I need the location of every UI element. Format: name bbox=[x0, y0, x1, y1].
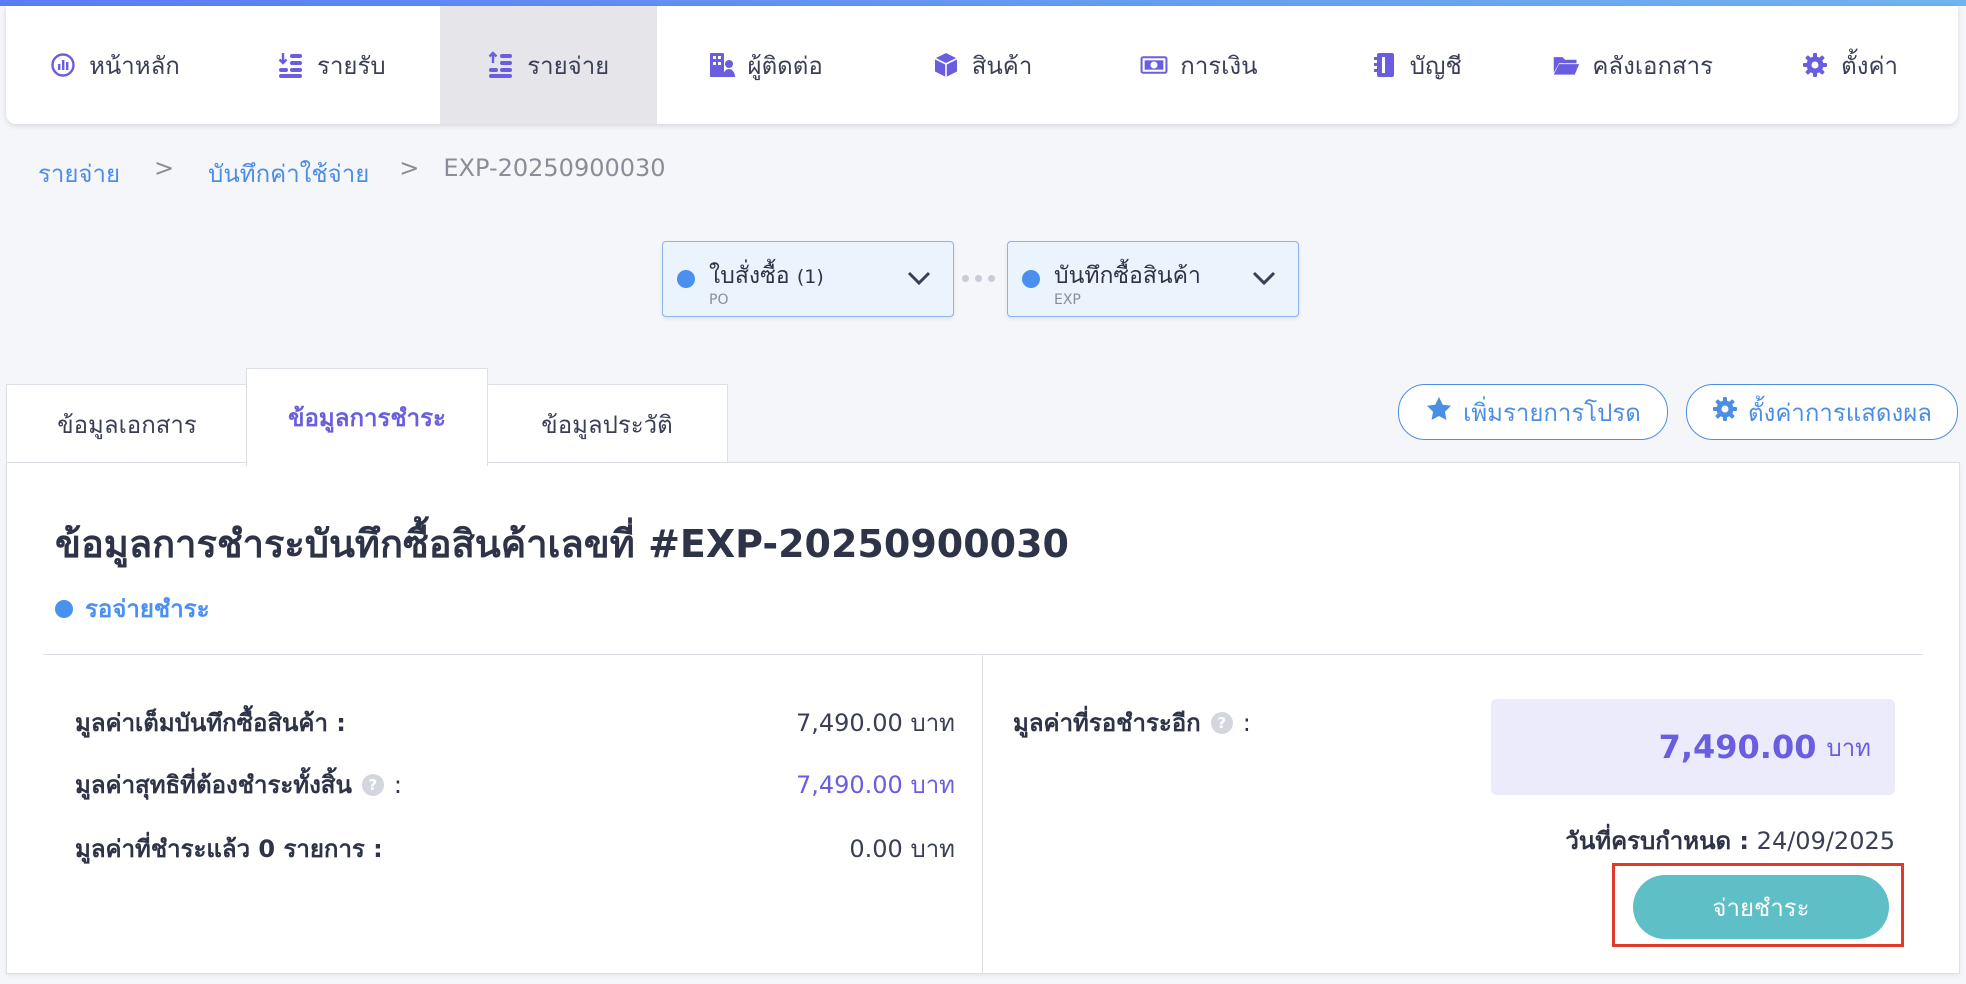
status-dot bbox=[55, 599, 73, 618]
nav-label: บัญชี bbox=[1409, 51, 1462, 80]
breadcrumb-current: EXP-20250900030 bbox=[443, 154, 666, 182]
star-icon bbox=[1425, 395, 1453, 429]
main-nav: หน้าหลัก รายรับ รายจ่าย ผู้ติดต่อ สินค้า… bbox=[6, 6, 1958, 124]
nav-item-income[interactable]: รายรับ bbox=[223, 6, 440, 124]
contacts-icon bbox=[708, 51, 736, 79]
nav-label: คลังเอกสาร bbox=[1592, 51, 1713, 80]
divider bbox=[982, 655, 983, 973]
nav-item-contacts[interactable]: ผู้ติดต่อ bbox=[657, 6, 874, 124]
ledger-icon bbox=[1370, 51, 1398, 79]
status-badge: รอจ่ายชำระ bbox=[55, 589, 209, 628]
pending-unit: บาท bbox=[1826, 733, 1871, 762]
box-icon bbox=[932, 51, 960, 79]
display-settings-label: ตั้งค่าการแสดงผล bbox=[1748, 398, 1932, 427]
help-icon[interactable]: ? bbox=[1210, 711, 1233, 734]
flow-po-title: ใบสั่งซื้อ (1) bbox=[709, 263, 824, 289]
flow-po-dropdown[interactable]: ใบสั่งซื้อ (1) PO bbox=[662, 241, 954, 317]
gear-icon bbox=[1712, 396, 1738, 428]
tab-payment-info[interactable]: ข้อมูลการชำระ bbox=[246, 368, 488, 466]
page-title: ข้อมูลการชำระบันทึกซื้อสินค้าเลขที่ #EXP… bbox=[55, 522, 1069, 566]
status-dot bbox=[677, 270, 695, 288]
money-icon bbox=[1140, 51, 1168, 79]
flow-exp-title: บันทึกซื้อสินค้า bbox=[1054, 263, 1201, 289]
expense-icon bbox=[487, 51, 515, 79]
gear-icon bbox=[1801, 51, 1829, 79]
flow-exp-dropdown[interactable]: บันทึกซื้อสินค้า EXP bbox=[1007, 241, 1299, 317]
nav-label: หน้าหลัก bbox=[89, 51, 180, 80]
status-dot bbox=[1022, 270, 1040, 288]
status-label: รอจ่ายชำระ bbox=[85, 595, 210, 623]
net-payable-label: มูลค่าสุทธิที่ต้องชำระทั้งสิ้น ? : bbox=[75, 770, 402, 800]
chevron-down-icon bbox=[1250, 264, 1278, 292]
nav-item-finance[interactable]: การเงิน bbox=[1090, 6, 1307, 124]
breadcrumb-separator: > bbox=[399, 154, 420, 182]
pending-amount: 7,490.00 bbox=[1658, 728, 1817, 766]
nav-item-accounting[interactable]: บัญชี bbox=[1307, 6, 1524, 124]
nav-item-documents[interactable]: คลังเอกสาร bbox=[1524, 6, 1741, 124]
add-favorite-label: เพิ่มรายการโปรด bbox=[1463, 398, 1641, 427]
paid-value-label: มูลค่าที่ชำระแล้ว 0 รายการ : bbox=[75, 835, 383, 863]
breadcrumb: รายจ่าย > บันทึกค่าใช้จ่าย > EXP-2025090… bbox=[38, 154, 666, 193]
dashboard-icon bbox=[49, 51, 77, 79]
tab-document-info[interactable]: ข้อมูลเอกสาร bbox=[6, 384, 248, 464]
pay-button[interactable]: จ่ายชำระ bbox=[1633, 875, 1889, 939]
flow-connector bbox=[962, 270, 998, 286]
divider bbox=[43, 654, 1923, 655]
pending-amount-box: 7,490.00 บาท bbox=[1491, 699, 1895, 795]
full-value: 7,490.00 บาท bbox=[795, 709, 955, 737]
due-date-label: วันที่ครบกำหนด : bbox=[1565, 827, 1750, 855]
breadcrumb-separator: > bbox=[154, 154, 175, 182]
nav-label: รายรับ bbox=[317, 51, 386, 80]
tab-history-info[interactable]: ข้อมูลประวัติ bbox=[486, 384, 728, 464]
breadcrumb-expense-records[interactable]: บันทึกค่าใช้จ่าย bbox=[208, 154, 369, 193]
breadcrumb-expense[interactable]: รายจ่าย bbox=[38, 154, 120, 193]
folder-icon bbox=[1552, 51, 1580, 79]
nav-label: รายจ่าย bbox=[527, 51, 610, 80]
nav-label: การเงิน bbox=[1180, 51, 1258, 80]
nav-label: ผู้ติดต่อ bbox=[747, 51, 823, 80]
nav-item-expense[interactable]: รายจ่าย bbox=[439, 6, 657, 124]
add-favorite-button[interactable]: เพิ่มรายการโปรด bbox=[1398, 384, 1668, 440]
flow-po-code: PO bbox=[709, 292, 729, 308]
paid-value: 0.00 บาท bbox=[849, 835, 955, 863]
income-icon bbox=[277, 51, 305, 79]
display-settings-button[interactable]: ตั้งค่าการแสดงผล bbox=[1686, 384, 1958, 440]
nav-label: สินค้า bbox=[971, 51, 1033, 80]
nav-label: ตั้งค่า bbox=[1841, 51, 1898, 80]
flow-exp-code: EXP bbox=[1054, 292, 1081, 308]
due-date: วันที่ครบกำหนด : 24/09/2025 bbox=[1565, 821, 1895, 860]
due-date-value: 24/09/2025 bbox=[1756, 827, 1895, 855]
net-payable-value: 7,490.00 บาท bbox=[795, 771, 955, 799]
nav-item-products[interactable]: สินค้า bbox=[874, 6, 1091, 124]
pending-label: มูลค่าที่รอชำระอีก ? : bbox=[1013, 708, 1251, 738]
nav-item-dashboard[interactable]: หน้าหลัก bbox=[6, 6, 223, 124]
help-icon[interactable]: ? bbox=[361, 773, 384, 796]
nav-item-settings[interactable]: ตั้งค่า bbox=[1741, 6, 1958, 124]
chevron-down-icon bbox=[905, 264, 933, 292]
full-value-label: มูลค่าเต็มบันทึกซื้อสินค้า : bbox=[75, 709, 346, 737]
